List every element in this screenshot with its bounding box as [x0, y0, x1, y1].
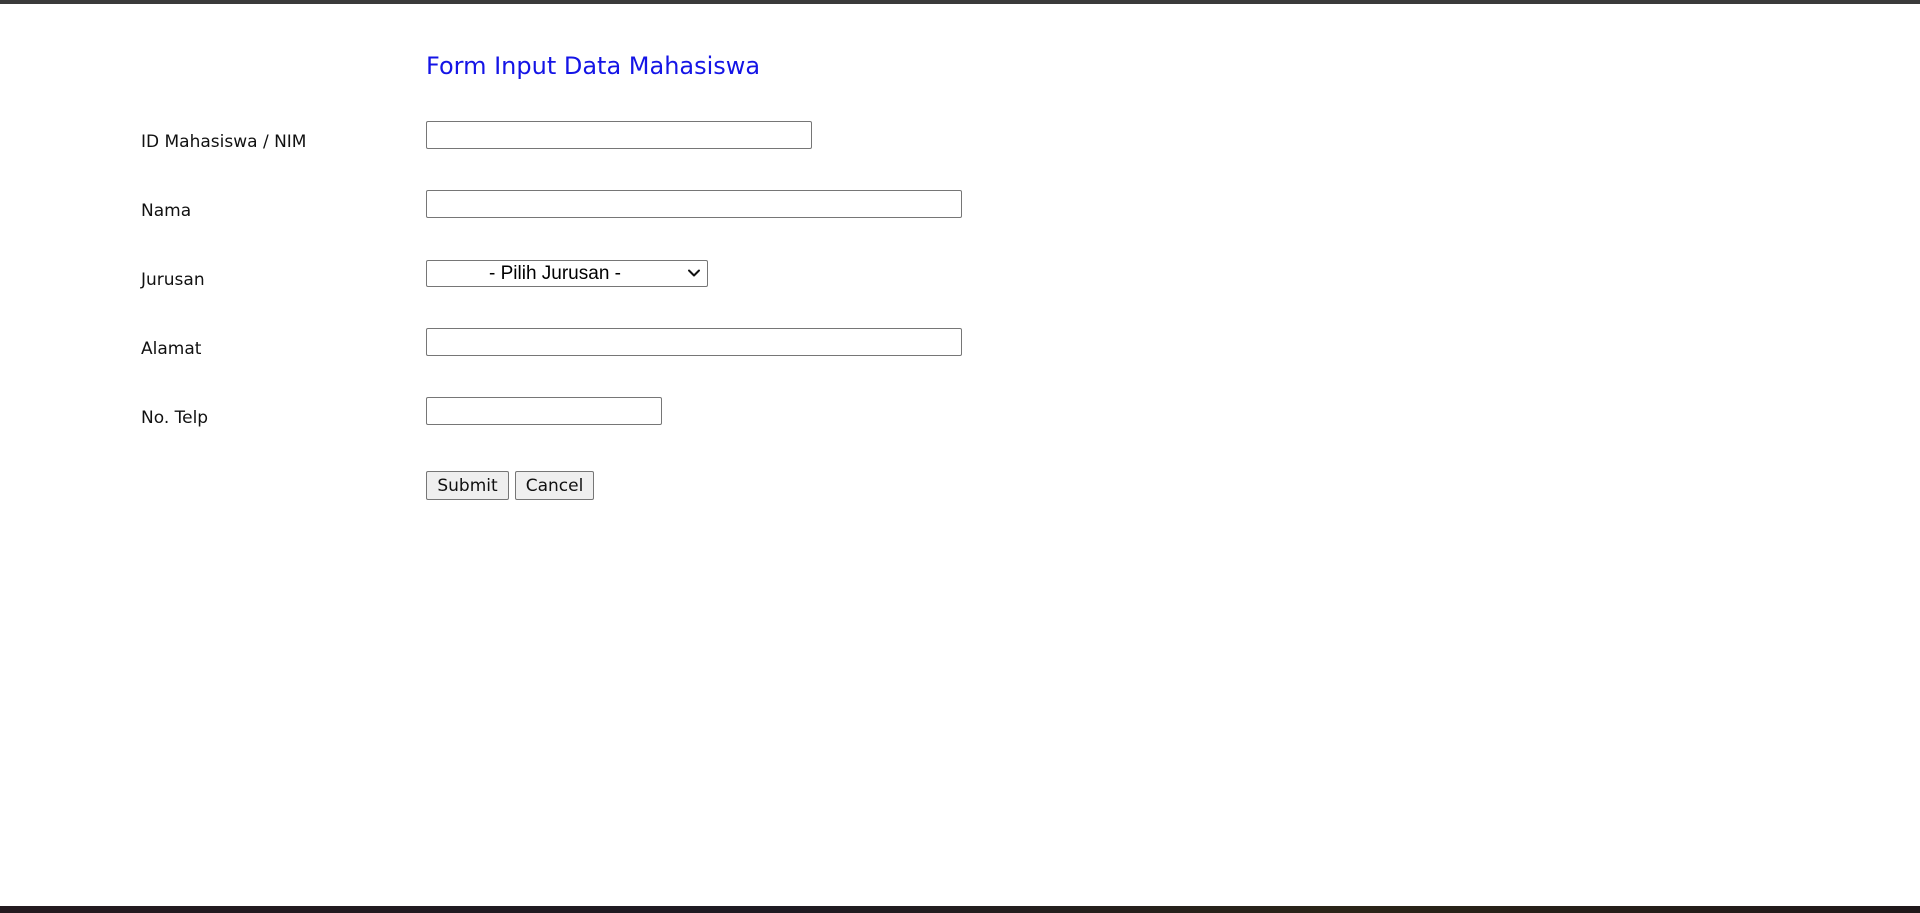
chevron-down-icon	[688, 269, 700, 277]
nama-label: Nama	[141, 201, 192, 221]
jurusan-label: Jurusan	[141, 270, 205, 290]
jurusan-select[interactable]: - Pilih Jurusan -	[426, 260, 708, 287]
nama-input[interactable]	[426, 190, 962, 218]
jurusan-selected-value: - Pilih Jurusan -	[489, 262, 621, 284]
nim-input[interactable]	[426, 121, 812, 149]
alamat-label: Alamat	[141, 339, 202, 359]
telp-input[interactable]	[426, 397, 662, 425]
cancel-button[interactable]: Cancel	[515, 471, 594, 500]
taskbar-edge	[0, 906, 1920, 913]
nim-label: ID Mahasiswa / NIM	[141, 132, 307, 152]
alamat-input[interactable]	[426, 328, 962, 356]
form-title: Form Input Data Mahasiswa	[426, 52, 761, 80]
telp-label: No. Telp	[141, 408, 209, 428]
submit-button[interactable]: Submit	[426, 471, 509, 500]
page-content: Form Input Data Mahasiswa ID Mahasiswa /…	[0, 4, 1920, 906]
